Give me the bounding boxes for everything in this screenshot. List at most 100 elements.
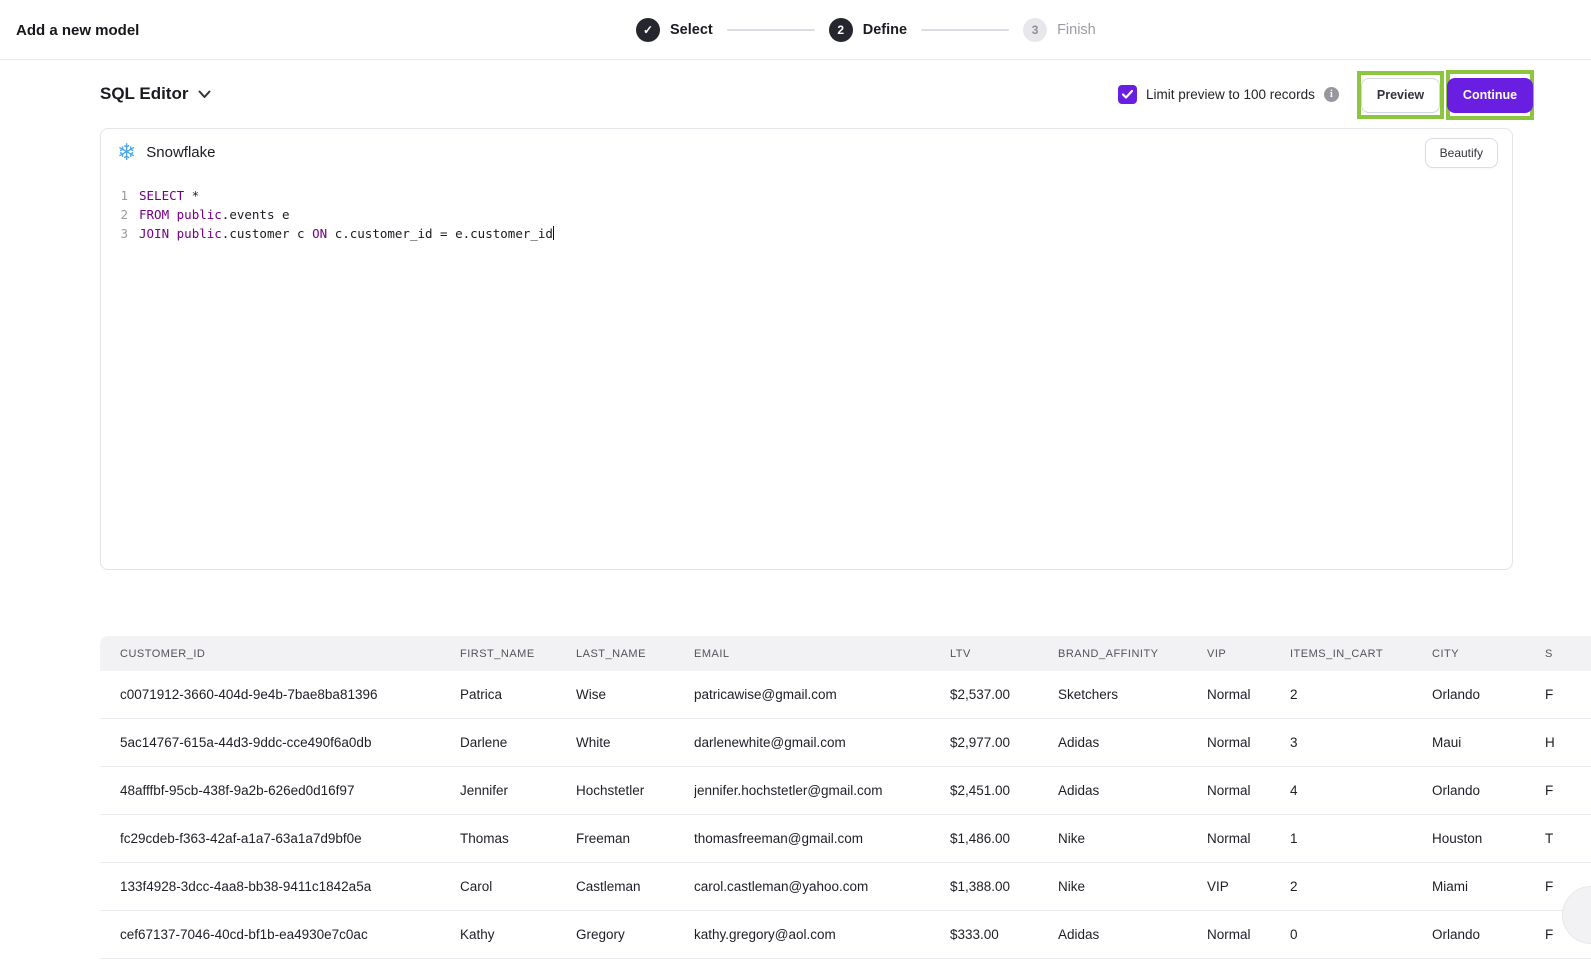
column-header-items_in_cart: ITEMS_IN_CART — [1290, 648, 1432, 660]
cell: 4 — [1290, 783, 1432, 798]
page-title: Add a new model — [16, 0, 139, 60]
cell: $2,451.00 — [950, 783, 1058, 798]
cell: $2,537.00 — [950, 687, 1058, 702]
cell: patricawise@gmail.com — [694, 687, 950, 702]
cell: Nike — [1058, 831, 1207, 846]
cell: 3 — [1290, 735, 1432, 750]
preview-annotation-box: Preview — [1357, 71, 1444, 119]
continue-button[interactable]: Continue — [1447, 78, 1533, 113]
step-check-icon: ✓ — [636, 18, 660, 42]
cell: c0071912-3660-404d-9e4b-7bae8ba81396 — [120, 687, 460, 702]
line-number: 2 — [114, 205, 128, 224]
source-name: Snowflake — [146, 144, 215, 161]
cell: Carol — [460, 879, 576, 894]
cell: Adidas — [1058, 927, 1207, 942]
cell: Orlando — [1432, 927, 1545, 942]
step-connector — [921, 29, 1009, 31]
step-label: Select — [670, 22, 713, 38]
step-connector — [727, 29, 815, 31]
step-label: Finish — [1057, 22, 1096, 38]
column-header-customer_id: CUSTOMER_ID — [120, 648, 460, 660]
step-finish[interactable]: 3 Finish — [1023, 18, 1096, 42]
cell: Normal — [1207, 687, 1290, 702]
cell: Normal — [1207, 927, 1290, 942]
column-header-last_name: LAST_NAME — [576, 648, 694, 660]
info-icon[interactable]: i — [1324, 87, 1339, 102]
table-row[interactable]: 133f4928-3dcc-4aa8-bb38-9411c1842a5aCaro… — [100, 863, 1591, 911]
cell: F — [1545, 687, 1591, 702]
cell: Normal — [1207, 783, 1290, 798]
cell: Houston — [1432, 831, 1545, 846]
cell: Normal — [1207, 735, 1290, 750]
table-row[interactable]: fc29cdeb-f363-42af-a1a7-63a1a7d9bf0eThom… — [100, 815, 1591, 863]
line-number: 1 — [114, 186, 128, 205]
table-row[interactable]: 48afffbf-95cb-438f-9a2b-626ed0d16f97Jenn… — [100, 767, 1591, 815]
table-row[interactable]: 5ac14767-615a-44d3-9ddc-cce490f6a0dbDarl… — [100, 719, 1591, 767]
cell: Thomas — [460, 831, 576, 846]
column-header-city: CITY — [1432, 648, 1545, 660]
cell: Adidas — [1058, 783, 1207, 798]
editor-type-label: SQL Editor — [100, 84, 188, 104]
table-row[interactable]: c0071912-3660-404d-9e4b-7bae8ba81396Patr… — [100, 671, 1591, 719]
cell: darlenewhite@gmail.com — [694, 735, 950, 750]
cell: 2 — [1290, 879, 1432, 894]
code-text: JOIN public.customer c ON c.customer_id … — [139, 224, 554, 243]
cell: jennifer.hochstetler@gmail.com — [694, 783, 950, 798]
column-header-email: EMAIL — [694, 648, 950, 660]
cell: carol.castleman@yahoo.com — [694, 879, 950, 894]
sql-editor-panel: ❄ Snowflake Beautify 1SELECT *2 FROM publ… — [100, 128, 1513, 570]
cell: Maui — [1432, 735, 1545, 750]
code-text: FROM public.events e — [139, 205, 290, 224]
cell: Patrica — [460, 687, 576, 702]
snowflake-icon: ❄ — [117, 141, 136, 164]
limit-preview-control: Limit preview to 100 records i — [1118, 60, 1339, 128]
cell: F — [1545, 783, 1591, 798]
code-line[interactable]: 2 FROM public.events e — [114, 205, 1512, 224]
line-number: 3 — [114, 224, 128, 243]
cell: fc29cdeb-f363-42af-a1a7-63a1a7d9bf0e — [120, 831, 460, 846]
cell: T — [1545, 831, 1591, 846]
cell: Gregory — [576, 927, 694, 942]
stepper: ✓ Select 2 Define 3 Finish — [636, 0, 1096, 60]
text-cursor — [553, 226, 555, 240]
cell: 5ac14767-615a-44d3-9ddc-cce490f6a0db — [120, 735, 460, 750]
column-header-s: S — [1545, 648, 1591, 660]
beautify-button[interactable]: Beautify — [1425, 138, 1498, 168]
table-row[interactable]: cef67137-7046-40cd-bf1b-ea4930e7c0acKath… — [100, 911, 1591, 959]
preview-button[interactable]: Preview — [1361, 78, 1440, 113]
preview-table: CUSTOMER_IDFIRST_NAMELAST_NAMEEMAILLTVBR… — [100, 636, 1591, 959]
cell: Hochstetler — [576, 783, 694, 798]
code-line[interactable]: 3 JOIN public.customer c ON c.customer_id… — [114, 224, 1512, 243]
step-number: 3 — [1023, 18, 1047, 42]
cell: Wise — [576, 687, 694, 702]
sql-code-editor[interactable]: 1SELECT *2 FROM public.events e 3 JOIN publ… — [101, 175, 1512, 243]
step-define[interactable]: 2 Define — [829, 18, 907, 42]
cell: 48afffbf-95cb-438f-9a2b-626ed0d16f97 — [120, 783, 460, 798]
step-number: 2 — [829, 18, 853, 42]
cell: 133f4928-3dcc-4aa8-bb38-9411c1842a5a — [120, 879, 460, 894]
table-body: c0071912-3660-404d-9e4b-7bae8ba81396Patr… — [100, 671, 1591, 959]
toolbar: SQL Editor Limit preview to 100 records … — [0, 60, 1591, 128]
cell: H — [1545, 735, 1591, 750]
step-select[interactable]: ✓ Select — [636, 18, 713, 42]
cell: 0 — [1290, 927, 1432, 942]
cell: Kathy — [460, 927, 576, 942]
cell: 1 — [1290, 831, 1432, 846]
cell: Darlene — [460, 735, 576, 750]
cell: 2 — [1290, 687, 1432, 702]
limit-preview-checkbox[interactable] — [1118, 85, 1137, 104]
limit-preview-label: Limit preview to 100 records — [1146, 87, 1315, 102]
cell: VIP — [1207, 879, 1290, 894]
editor-type-dropdown[interactable]: SQL Editor — [100, 60, 211, 128]
cell: $2,977.00 — [950, 735, 1058, 750]
cell: Sketchers — [1058, 687, 1207, 702]
column-header-vip: VIP — [1207, 648, 1290, 660]
step-label: Define — [863, 22, 907, 38]
column-header-brand_affinity: BRAND_AFFINITY — [1058, 648, 1207, 660]
column-header-first_name: FIRST_NAME — [460, 648, 576, 660]
cell: Nike — [1058, 879, 1207, 894]
code-line[interactable]: 1SELECT * — [114, 186, 1512, 205]
top-bar: Add a new model ✓ Select 2 Define 3 Finish — [0, 0, 1591, 60]
editor-header: ❄ Snowflake Beautify — [101, 129, 1512, 175]
cell: $1,486.00 — [950, 831, 1058, 846]
